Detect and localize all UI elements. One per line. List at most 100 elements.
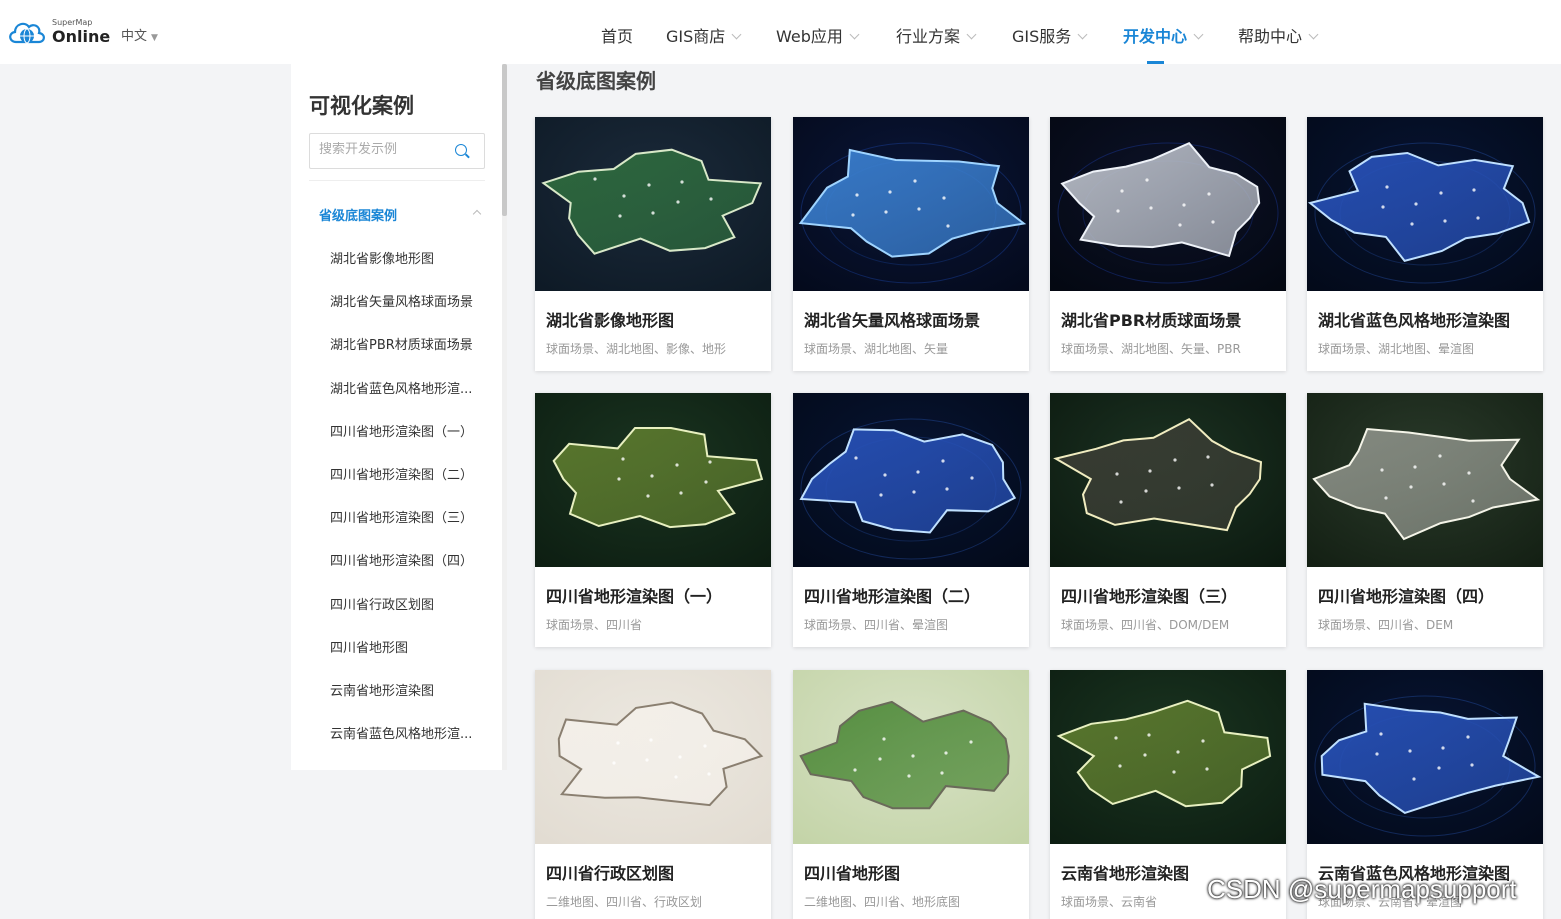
chevron-down-icon [849,29,860,40]
sidebar-item[interactable]: 湖北省矢量风格球面场景 [330,291,475,310]
map-thumbnail-graphic [535,670,771,844]
card-thumbnail[interactable] [1307,393,1543,567]
card-thumbnail[interactable] [1050,393,1286,567]
watermark-text: CSDN @supermapsupport [1207,874,1517,904]
search-box [309,133,485,169]
card-title[interactable]: 云南省地形渲染图 [1061,860,1189,884]
nav-item-2[interactable]: Web应用 [776,23,860,47]
card-title[interactable]: 湖北省蓝色风格地形渲染图 [1318,307,1510,331]
chevron-down-icon [1077,29,1088,40]
language-label: 中文 [121,29,148,44]
sidebar-item[interactable]: 湖北省PBR材质球面场景 [330,334,475,353]
map-thumbnail-graphic [1050,117,1286,291]
nav-item-1[interactable]: GIS商店 [666,23,742,47]
nav-item-label: GIS服务 [1012,27,1072,46]
card-thumbnail[interactable] [535,670,771,844]
sidebar: 可视化案例 省级底图案例 湖北省影像地形图湖北省矢量风格球面场景湖北省PBR材质… [291,64,507,770]
card-title[interactable]: 四川省地形渲染图（二） [804,583,980,607]
sidebar-item[interactable]: 四川省地形图 [330,637,475,656]
example-card[interactable]: 湖北省PBR材质球面场景 球面场景、湖北地图、矢量、PBR [1050,117,1286,371]
card-title[interactable]: 四川省地形渲染图（四） [1318,583,1494,607]
card-tags: 球面场景、湖北地图、晕渲图 [1318,342,1475,356]
map-thumbnail-graphic [1050,393,1286,567]
sidebar-item[interactable]: 湖北省蓝色风格地形渲... [330,378,475,397]
card-title[interactable]: 湖北省矢量风格球面场景 [804,307,980,331]
map-thumbnail-graphic [535,393,771,567]
example-card[interactable]: 四川省地形渲染图（二） 球面场景、四川省、晕渲图 [793,393,1029,647]
card-title[interactable]: 湖北省PBR材质球面场景 [1061,307,1241,331]
top-header: SuperMap Online 中文 ▼ 首页 GIS商店 Web应用 行业方案 GIS服… [0,0,1561,64]
sidebar-item[interactable]: 云南省蓝色风格地形渲... [330,723,475,742]
caret-down-icon: ▼ [151,33,158,43]
example-card[interactable]: 湖北省矢量风格球面场景 球面场景、湖北地图、矢量 [793,117,1029,371]
search-icon[interactable] [455,144,467,156]
supermap-logo[interactable]: SuperMap Online [6,14,110,50]
card-thumbnail[interactable] [1050,670,1286,844]
nav-item-6[interactable]: 帮助中心 [1238,23,1319,47]
sidebar-title: 可视化案例 [309,94,414,118]
sidebar-item[interactable]: 云南省地形渲染图 [330,680,475,699]
sidebar-item[interactable]: 四川省地形渲染图（四） [330,550,475,569]
sidebar-item[interactable]: 四川省地形渲染图（一） [330,421,475,440]
search-input[interactable] [319,142,449,157]
card-tags: 球面场景、湖北地图、影像、地形 [546,342,727,356]
section-title: 省级底图案例 [536,69,656,93]
map-thumbnail-graphic [1050,670,1286,844]
sidebar-group-province-basemaps[interactable]: 省级底图案例 [319,205,397,224]
card-title[interactable]: 四川省地形渲染图（三） [1061,583,1237,607]
card-tags: 球面场景、四川省 [546,618,643,632]
sidebar-divider [309,180,485,181]
card-thumbnail[interactable] [1050,117,1286,291]
map-thumbnail-graphic [1307,117,1543,291]
map-thumbnail-graphic [793,117,1029,291]
example-card[interactable]: 湖北省蓝色风格地形渲染图球面场景、湖北地图、晕渲图 [1307,117,1543,371]
nav-item-4[interactable]: GIS服务 [1012,23,1088,47]
sidebar-item[interactable]: 四川省地形渲染图（三） [330,507,475,526]
example-card[interactable]: 四川省地形图 二维地图、四川省、地形底图 [793,670,1029,919]
card-thumbnail[interactable] [793,117,1029,291]
card-tags: 球面场景、四川省、DEM [1318,618,1454,632]
card-title[interactable]: 四川省行政区划图 [546,860,674,884]
card-thumbnail[interactable] [793,670,1029,844]
card-thumbnail[interactable] [1307,117,1543,291]
card-thumbnail[interactable] [1307,670,1543,844]
card-title[interactable]: 湖北省影像地形图 [546,307,674,331]
logo-brand-online: Online [52,27,111,46]
card-thumbnail[interactable] [535,393,771,567]
example-card[interactable]: 四川省地形渲染图（三） 球面场景、四川省、DOM/DEM [1050,393,1286,647]
chevron-down-icon [966,29,977,40]
nav-item-5[interactable]: 开发中心 [1123,23,1204,47]
sidebar-item[interactable]: 四川省行政区划图 [330,594,475,613]
card-title[interactable]: 四川省地形图 [804,860,900,884]
nav-item-label: 帮助中心 [1238,27,1303,46]
sidebar-item[interactable]: 湖北省影像地形图 [330,248,475,267]
sidebar-item[interactable]: 四川省地形渲染图（二） [330,464,475,483]
nav-item-label: Web应用 [776,27,843,46]
sidebar-scrollbar-thumb[interactable] [502,64,507,216]
logo-brand-small: SuperMap [52,18,93,27]
map-thumbnail-graphic [1307,393,1543,567]
nav-item-label: 开发中心 [1123,27,1188,46]
nav-item-0[interactable]: 首页 [601,23,633,47]
card-thumbnail[interactable] [535,117,771,291]
chevron-up-icon[interactable] [472,209,482,219]
map-thumbnail-graphic [535,117,771,291]
nav-item-3[interactable]: 行业方案 [896,23,977,47]
cloud-globe-icon [9,22,45,44]
example-card[interactable]: 湖北省影像地形图球面场景、湖北地图、影像、地形 [535,117,771,371]
nav-item-label: GIS商店 [666,27,726,46]
map-thumbnail-graphic [793,670,1029,844]
map-thumbnail-graphic [1307,670,1543,844]
example-card[interactable]: 四川省地形渲染图（一） 球面场景、四川省 [535,393,771,647]
nav-item-label: 行业方案 [896,27,961,46]
chevron-down-icon [1193,29,1204,40]
chevron-down-icon [1308,29,1319,40]
card-thumbnail[interactable] [793,393,1029,567]
example-card[interactable]: 四川省行政区划图二维地图、四川省、行政区划 [535,670,771,919]
card-title[interactable]: 四川省地形渲染图（一） [546,583,722,607]
example-card[interactable]: 四川省地形渲染图（四） 球面场景、四川省、DEM [1307,393,1543,647]
language-selector[interactable]: 中文 ▼ [121,25,158,44]
nav-item-label: 首页 [601,27,634,46]
card-tags: 球面场景、四川省、晕渲图 [804,618,949,632]
card-tags: 二维地图、四川省、行政区划 [546,895,703,909]
